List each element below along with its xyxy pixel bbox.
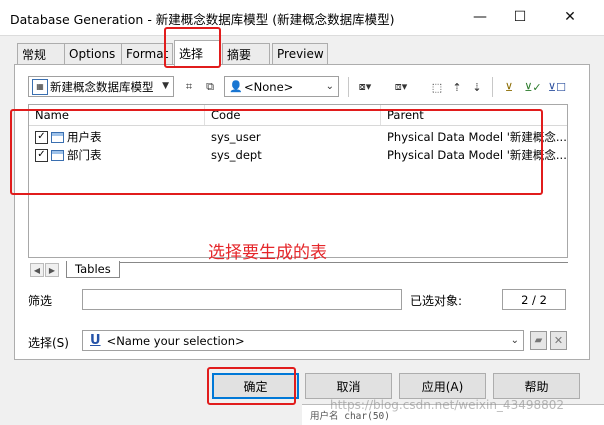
filter-input[interactable] xyxy=(82,289,402,310)
row-name: 用户表 xyxy=(67,130,102,144)
chevron-down-icon: ▼ xyxy=(162,81,169,91)
column-header-parent[interactable]: Parent xyxy=(381,105,567,125)
ok-button[interactable]: 确定 xyxy=(212,373,299,399)
title-bar[interactable]: Database Generation - 新建概念数据库模型 (新建概念数据库… xyxy=(0,0,604,36)
row-checkbox[interactable]: ✓ xyxy=(35,148,48,162)
chevron-down-icon: ⌄ xyxy=(510,335,519,346)
row-checkbox[interactable]: ✓ xyxy=(35,130,48,144)
header-divider xyxy=(29,125,567,126)
delete-selection-icon[interactable]: ✕ xyxy=(550,331,567,350)
owner-combo[interactable]: 👤 <None> ⌄ xyxy=(224,76,339,97)
tab-preview[interactable]: Preview xyxy=(272,43,328,64)
row-parent: Physical Data Model '新建概念... xyxy=(387,148,567,162)
selection-icon: U xyxy=(90,333,101,348)
table-icon xyxy=(51,149,64,161)
row-name: 部门表 xyxy=(67,148,102,162)
filter-selected-icon[interactable]: ⊻✓ xyxy=(524,78,542,96)
tree-icon[interactable]: ⌗ xyxy=(180,78,198,96)
annotation-text: 选择要生成的表 xyxy=(208,243,327,263)
row-code: sys_dept xyxy=(211,148,262,162)
row-code: sys_user xyxy=(211,130,261,144)
tab-format[interactable]: Format xyxy=(121,43,173,64)
close-button[interactable]: ✕ xyxy=(554,4,586,30)
model-combo-value: 新建概念数据库模型 xyxy=(50,79,154,94)
table-icon xyxy=(51,131,64,143)
deselect-all-icon[interactable]: ⧈▾ xyxy=(392,78,410,96)
tab-general[interactable]: 常规 xyxy=(17,43,65,64)
filter-label: 筛选 xyxy=(28,294,53,308)
tab-tables[interactable]: Tables xyxy=(66,261,120,278)
column-header-name[interactable]: Name xyxy=(29,105,205,125)
selection-placeholder: <Name your selection> xyxy=(106,333,245,348)
scroll-left-button[interactable]: ◀ xyxy=(30,263,44,277)
chevron-down-icon: ⌄ xyxy=(325,81,334,92)
move-up-icon[interactable]: ⬚ xyxy=(428,78,446,96)
table-row[interactable]: ✓ 用户表 sys_user Physical Data Model '新建概念… xyxy=(29,128,567,146)
minimize-icon: — xyxy=(473,9,487,25)
row-parent: Physical Data Model '新建概念... xyxy=(387,130,567,144)
filter-icon[interactable]: ⊻ xyxy=(500,78,518,96)
tab-options[interactable]: Options xyxy=(64,43,122,64)
reorder-icon[interactable]: ⇣ xyxy=(468,78,486,96)
maximize-icon: ☐ xyxy=(513,9,527,25)
toolbar-separator xyxy=(492,77,493,97)
maximize-button[interactable]: ☐ xyxy=(504,4,536,30)
object-list[interactable]: Name Code Parent ✓ 用户表 sys_user Physical… xyxy=(28,104,568,258)
selection-label: 选择(S) xyxy=(28,336,69,350)
user-icon: 👤 xyxy=(229,80,243,93)
table-row[interactable]: ✓ 部门表 sys_dept Physical Data Model '新建概念… xyxy=(29,146,567,164)
save-selection-icon[interactable]: ▰ xyxy=(530,331,547,350)
scroll-right-button[interactable]: ▶ xyxy=(45,263,59,277)
pick-icon[interactable]: ⧉ xyxy=(201,78,219,96)
filter-clear-icon[interactable]: ⊻☐ xyxy=(548,78,566,96)
tab-strip-line xyxy=(120,262,568,263)
selected-count-label: 已选对象: xyxy=(410,294,463,308)
selected-count-value: 2 / 2 xyxy=(502,289,566,310)
model-icon: ▦ xyxy=(32,78,48,95)
apply-button[interactable]: 应用(A) xyxy=(399,373,486,399)
toolbar-separator xyxy=(348,77,349,97)
owner-combo-value: <None> xyxy=(244,79,294,94)
column-header-code[interactable]: Code xyxy=(205,105,381,125)
select-all-icon[interactable]: ⧇▾ xyxy=(356,78,374,96)
tab-selection[interactable]: 选择 xyxy=(174,40,220,66)
minimize-button[interactable]: — xyxy=(464,4,496,30)
move-down-icon[interactable]: ⇡ xyxy=(448,78,466,96)
close-icon: ✕ xyxy=(564,9,576,25)
tab-summary[interactable]: 摘要 xyxy=(222,43,270,64)
model-combo[interactable]: ▦ 新建概念数据库模型 ▼ xyxy=(28,76,174,97)
watermark: https://blog.csdn.net/weixin_43498802 xyxy=(330,398,565,412)
selection-combo[interactable]: U <Name your selection> ⌄ xyxy=(82,330,524,351)
cancel-button[interactable]: 取消 xyxy=(305,373,392,399)
help-button[interactable]: 帮助 xyxy=(493,373,580,399)
window-title: Database Generation - 新建概念数据库模型 (新建概念数据库… xyxy=(10,12,395,27)
